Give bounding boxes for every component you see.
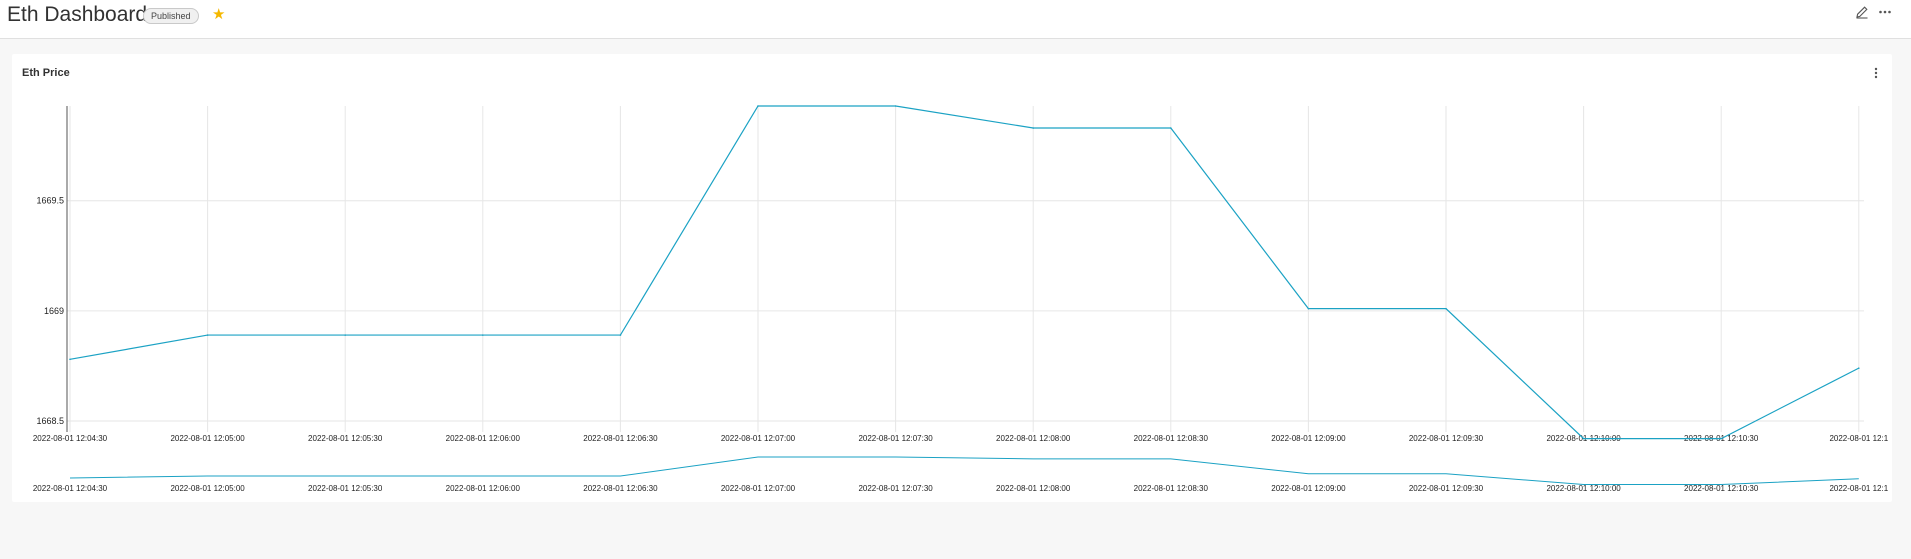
overview-x-tick-label: 2022-08-01 12:05:00 xyxy=(170,484,245,493)
more-horizontal-icon[interactable] xyxy=(1878,5,1892,19)
data-point xyxy=(1445,307,1447,310)
y-tick-label: 1669 xyxy=(44,306,64,316)
series-line xyxy=(69,105,1860,440)
data-point xyxy=(757,105,759,107)
overview-x-tick-label: 2022-08-01 12:08:30 xyxy=(1134,484,1209,493)
status-badge: Published xyxy=(143,8,199,24)
data-point xyxy=(1170,127,1172,129)
x-tick-label: 2022-08-01 12:04:30 xyxy=(33,434,108,443)
y-tick-label: 1669.5 xyxy=(36,196,64,206)
data-point xyxy=(206,334,209,336)
data-point xyxy=(344,334,347,336)
overview-x-tick-label: 2022-08-01 12:1 xyxy=(1829,484,1888,493)
x-tick-label: 2022-08-01 12:09:30 xyxy=(1409,434,1484,443)
data-point xyxy=(482,334,484,336)
overview-x-tick-label: 2022-08-01 12:04:30 xyxy=(33,484,108,493)
eth-price-chart: 2022-08-01 12:04:30 2022-08-01 12:05:00 20… xyxy=(33,105,1889,493)
x-tick-label: 2022-08-01 12:05:00 xyxy=(170,434,245,443)
overview-series-line xyxy=(69,456,1859,486)
overview-x-tick-label: 2022-08-01 12:09:00 xyxy=(1271,484,1346,493)
data-point xyxy=(1032,127,1034,129)
x-tick-label: 2022-08-01 12:07:00 xyxy=(721,434,796,443)
data-point xyxy=(1582,437,1585,440)
y-tick-label: 1668.5 xyxy=(36,416,64,426)
x-tick-label: 2022-08-01 12:06:30 xyxy=(583,434,658,443)
dashboard-title: Eth Dashboard xyxy=(7,3,148,26)
dashboard-header: Eth Dashboard Published ★ xyxy=(0,0,1911,39)
overview-x-tick-label: 2022-08-01 12:09:30 xyxy=(1409,484,1484,493)
overview-x-tick-label: 2022-08-01 12:10:30 xyxy=(1684,484,1759,493)
overview-x-tick-label: 2022-08-01 12:10:00 xyxy=(1546,484,1621,493)
x-tick-label: 2022-08-01 12:09:00 xyxy=(1271,434,1346,443)
overview-x-tick-label: 2022-08-01 12:05:30 xyxy=(308,484,383,493)
chart-card: Eth Price 2022-08-01 12:04:30 2022-08-01 … xyxy=(12,54,1892,502)
x-tick-label: 2022-08-01 12:06:00 xyxy=(446,434,521,443)
overview-x-tick-label: 2022-08-01 12:06:30 xyxy=(583,484,658,493)
data-point xyxy=(894,105,897,107)
x-tick-label: 2022-08-01 12:08:00 xyxy=(996,434,1071,443)
star-icon[interactable]: ★ xyxy=(212,6,225,24)
x-tick-label: 2022-08-01 12:1 xyxy=(1829,434,1888,443)
overview-x-tick-label: 2022-08-01 12:07:00 xyxy=(721,484,796,493)
data-point xyxy=(69,358,71,361)
x-tick-label: 2022-08-01 12:07:30 xyxy=(858,434,933,443)
data-point xyxy=(1307,307,1310,310)
overview-x-tick-label: 2022-08-01 12:07:30 xyxy=(858,484,933,493)
data-point xyxy=(1858,367,1860,369)
x-tick-label: 2022-08-01 12:08:30 xyxy=(1134,434,1209,443)
data-point xyxy=(1720,437,1722,440)
edit-icon[interactable] xyxy=(1855,5,1869,19)
overview-x-tick-label: 2022-08-01 12:06:00 xyxy=(446,484,521,493)
x-tick-label: 2022-08-01 12:05:30 xyxy=(308,434,383,443)
overview-x-tick-label: 2022-08-01 12:08:00 xyxy=(996,484,1071,493)
data-point xyxy=(619,334,622,336)
